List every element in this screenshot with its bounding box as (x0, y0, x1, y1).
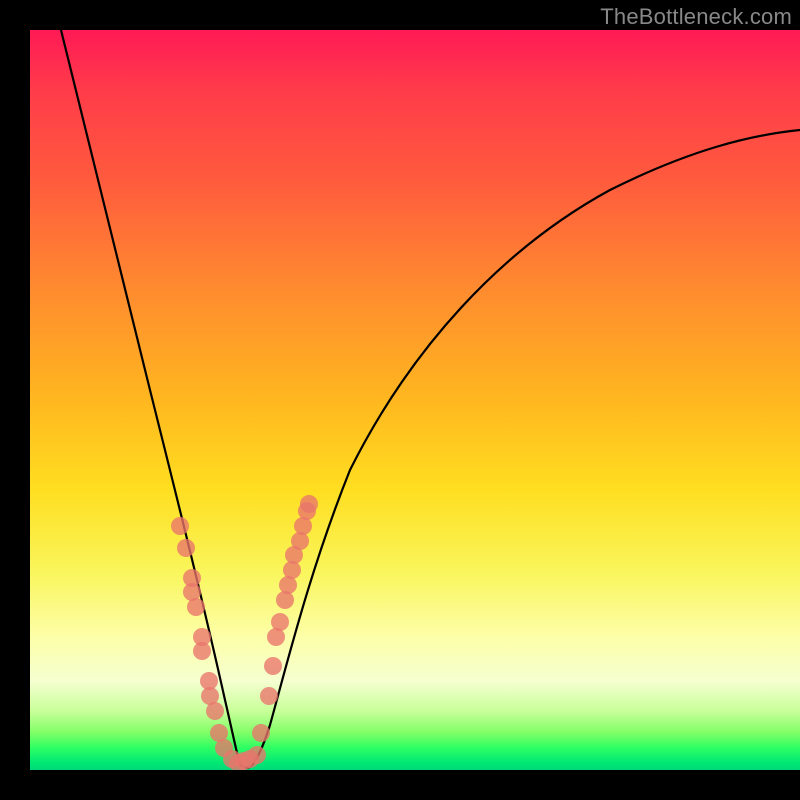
sample-dot (183, 583, 201, 601)
sample-dot (291, 532, 309, 550)
bottleneck-curve (61, 30, 800, 768)
sample-dot (279, 576, 297, 594)
sample-dot (264, 657, 282, 675)
sample-dot (201, 687, 219, 705)
sample-dot (193, 642, 211, 660)
sample-dot (260, 687, 278, 705)
sample-dot (248, 746, 266, 764)
sample-dot (183, 569, 201, 587)
sample-dot (229, 754, 247, 770)
sample-dot (298, 502, 316, 520)
sample-dots (171, 495, 318, 770)
sample-dot (283, 561, 301, 579)
sample-dot (206, 702, 224, 720)
sample-dot (271, 613, 289, 631)
watermark-text: TheBottleneck.com (600, 4, 792, 30)
sample-dot (285, 546, 303, 564)
sample-dot (223, 750, 241, 768)
sample-dot (235, 752, 253, 770)
curve-layer (30, 30, 800, 770)
plot-area (30, 30, 800, 770)
sample-dot (252, 724, 270, 742)
sample-dot (241, 750, 259, 768)
chart-frame: TheBottleneck.com (0, 0, 800, 800)
sample-dot (177, 539, 195, 557)
sample-dot (193, 628, 211, 646)
sample-dot (187, 598, 205, 616)
sample-dot (210, 724, 228, 742)
sample-dot (276, 591, 294, 609)
sample-dot (215, 739, 233, 757)
sample-dot (300, 495, 318, 513)
sample-dot (294, 517, 312, 535)
sample-dot (267, 628, 285, 646)
sample-dot (200, 672, 218, 690)
sample-dot (171, 517, 189, 535)
